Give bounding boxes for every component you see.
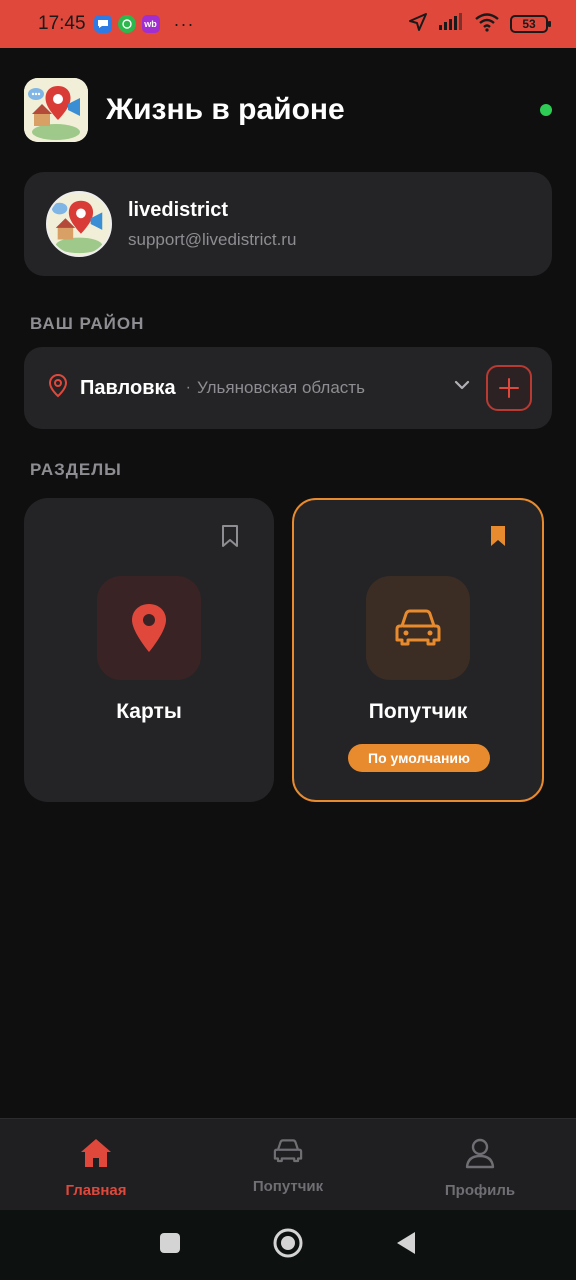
section-card-companion[interactable]: Попутчик По умолчанию — [292, 498, 544, 802]
nav-label: Профиль — [444, 1182, 516, 1199]
back-button[interactable] — [395, 1231, 417, 1260]
district-region: Ульяновская область — [196, 378, 365, 397]
map-pin-icon — [48, 373, 68, 403]
account-email: support@livedistrict.ru — [128, 229, 297, 249]
recent-apps-button[interactable] — [159, 1232, 181, 1259]
district-name: Павловка — [80, 376, 176, 399]
location-icon — [408, 12, 428, 37]
plus-icon — [499, 378, 519, 398]
messages-icon — [93, 15, 112, 33]
avatar — [46, 191, 112, 257]
wildberries-icon: wb — [141, 15, 160, 33]
sections-title: РАЗДЕЛЫ — [30, 460, 122, 479]
battery-icon: 53 — [510, 15, 551, 33]
car-icon — [366, 576, 470, 680]
signal-icon — [438, 12, 464, 36]
section-label: Карты — [116, 700, 182, 723]
nav-item-profile[interactable]: Профиль — [384, 1119, 576, 1210]
car-icon — [273, 1137, 303, 1170]
bookmark-filled-icon[interactable] — [488, 524, 508, 553]
bottom-nav: Главная Попутчик Профиль — [0, 1118, 576, 1210]
system-nav-bar — [0, 1210, 576, 1280]
nav-item-home[interactable]: Главная — [0, 1119, 192, 1210]
app-logo — [24, 78, 88, 142]
whatsapp-icon — [117, 15, 136, 33]
default-badge: По умолчанию — [348, 744, 490, 772]
bookmark-outline-icon[interactable] — [220, 524, 240, 553]
more-notifications-icon: ··· — [173, 13, 195, 34]
district-separator: · — [185, 379, 191, 396]
section-card-maps[interactable]: Карты — [24, 498, 274, 802]
app-title: Жизнь в районе — [106, 93, 345, 126]
map-pin-icon — [97, 576, 201, 680]
account-info: livedistrict support@livedistrict.ru — [128, 199, 296, 250]
nav-label: Попутчик — [252, 1178, 324, 1195]
chevron-down-icon[interactable] — [452, 375, 472, 400]
district-section-title: ВАШ РАЙОН — [30, 314, 145, 333]
status-time: 17:45 — [38, 13, 86, 34]
account-card[interactable]: livedistrict support@livedistrict.ru — [24, 172, 552, 276]
app-header: Жизнь в районе — [24, 78, 554, 142]
wifi-icon — [474, 12, 500, 37]
online-status-indicator — [540, 104, 552, 116]
section-label: Попутчик — [368, 700, 468, 723]
add-district-button[interactable] — [486, 365, 532, 411]
nav-item-companion[interactable]: Попутчик — [192, 1119, 384, 1210]
nav-label: Главная — [65, 1182, 127, 1199]
home-button[interactable] — [273, 1228, 303, 1263]
user-icon — [464, 1137, 496, 1174]
status-bar: 17:45 wb ··· 53 — [0, 0, 576, 48]
account-name: livedistrict — [128, 198, 229, 221]
status-indicators: 53 — [408, 12, 551, 37]
district-selector[interactable]: Павловка · Ульяновская область — [24, 347, 552, 429]
home-icon — [79, 1137, 113, 1174]
